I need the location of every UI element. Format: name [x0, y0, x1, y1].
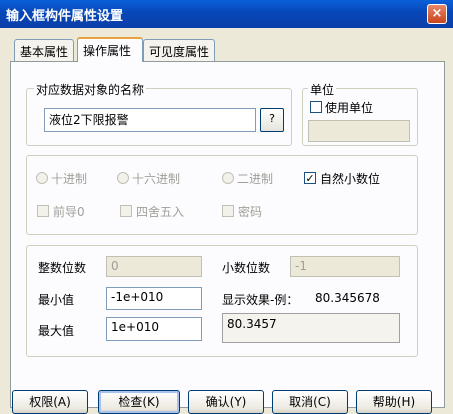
confirm-button[interactable]: 确认(Y): [188, 390, 264, 414]
round-label: 四舍五入: [136, 205, 185, 219]
use-unit-label: 使用单位: [325, 101, 374, 115]
decimal-digits-input[interactable]: -1: [290, 256, 400, 277]
browse-data-object-button[interactable]: ?: [260, 108, 284, 132]
min-value-input[interactable]: -1e+010: [106, 287, 202, 310]
close-button[interactable]: ×: [427, 4, 447, 24]
decimal-label: 十进制: [51, 172, 88, 186]
min-value-label: 最小值: [38, 293, 75, 307]
tab-operation-properties[interactable]: 操作属性: [77, 37, 143, 62]
check-button[interactable]: 检查(K): [98, 390, 180, 414]
tab-visibility-properties[interactable]: 可见度属性: [143, 39, 216, 61]
leading-zero-label: 前导0: [53, 205, 85, 219]
window-title: 输入框构件属性设置: [0, 0, 453, 28]
natural-decimal-label: 自然小数位: [320, 172, 381, 186]
help-button[interactable]: 帮助(H): [356, 390, 432, 414]
tab-basic-properties[interactable]: 基本属性: [14, 39, 75, 61]
integer-digits-label: 整数位数: [38, 261, 87, 275]
permission-button[interactable]: 权限(A): [12, 390, 88, 414]
binary-radio[interactable]: [222, 172, 234, 184]
data-object-name-input[interactable]: 液位2下限报警: [44, 108, 256, 132]
use-unit-checkbox[interactable]: [310, 101, 322, 113]
preview-sample: 80.345678: [315, 291, 380, 305]
max-value-label: 最大值: [38, 324, 75, 338]
preview-label: 显示效果-例：: [222, 293, 299, 307]
cancel-button[interactable]: 取消(C): [272, 390, 348, 414]
round-checkbox[interactable]: [120, 205, 132, 217]
natural-decimal-checkbox[interactable]: ✓: [304, 172, 316, 184]
hex-label: 十六进制: [132, 172, 181, 186]
unit-input[interactable]: [308, 120, 410, 142]
unit-legend: 单位: [308, 81, 337, 98]
data-object-legend: 对应数据对象的名称: [34, 81, 147, 98]
decimal-radio[interactable]: [36, 172, 48, 184]
leading-zero-checkbox[interactable]: [37, 205, 49, 217]
binary-label: 二进制: [237, 172, 274, 186]
decimal-digits-label: 小数位数: [222, 261, 271, 275]
preview-result: 80.3457: [222, 313, 400, 343]
password-checkbox[interactable]: [222, 205, 234, 217]
format-group: [26, 155, 418, 235]
max-value-input[interactable]: 1e+010: [106, 317, 202, 341]
hex-radio[interactable]: [117, 172, 129, 184]
password-label: 密码: [238, 205, 263, 219]
integer-digits-input[interactable]: 0: [106, 256, 202, 277]
